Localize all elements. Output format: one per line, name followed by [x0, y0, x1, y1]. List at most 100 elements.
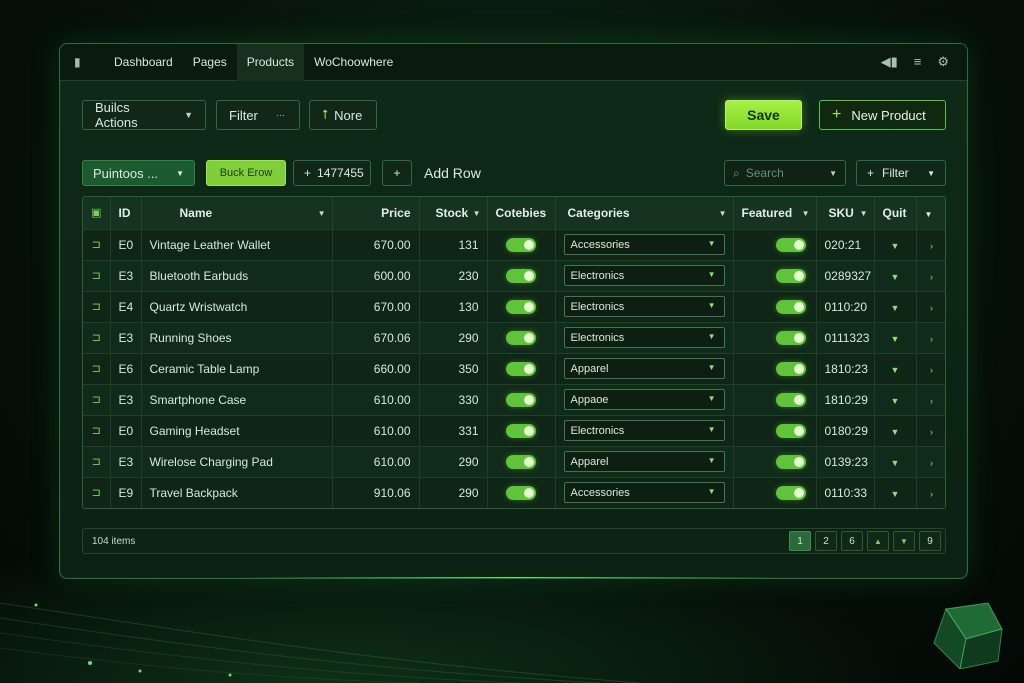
table-row[interactable]: ⊐ E3 Wirelose Charging Pad 610.00 290 Ap… [83, 446, 945, 477]
category-select[interactable]: Apparel ▼ [563, 451, 725, 472]
chevron-down-icon[interactable]: ▼ [891, 272, 900, 282]
category-select[interactable]: Electronics ▼ [563, 327, 725, 348]
featured-toggle-switch[interactable] [775, 268, 806, 283]
chevron-down-icon[interactable]: ▼ [891, 396, 900, 406]
featured-toggle-switch[interactable] [775, 454, 806, 469]
toggle-switch[interactable] [506, 330, 536, 345]
row-checkbox[interactable]: ⊐ [83, 384, 111, 415]
category-select[interactable]: Apparel ▼ [563, 358, 725, 379]
toggle-switch[interactable] [506, 454, 536, 469]
chevron-right-icon[interactable]: › [930, 427, 933, 437]
chevron-right-icon[interactable]: › [930, 365, 933, 375]
chevron-down-icon[interactable]: ▼ [891, 427, 900, 437]
row-checkbox[interactable]: ⊐ [83, 229, 111, 260]
row-checkbox[interactable]: ⊐ [83, 291, 111, 322]
category-select[interactable]: Electronics ▼ [563, 296, 725, 317]
tab-dashboard[interactable]: Dashboard [104, 44, 183, 81]
category-select[interactable]: Appaoe ▼ [563, 389, 725, 410]
settings-gear-icon[interactable]: ⚙ [937, 54, 949, 70]
select-all-checkbox[interactable]: ▣ [83, 197, 111, 229]
featured-toggle-switch[interactable] [775, 486, 806, 501]
category-select[interactable]: Electronics ▼ [563, 420, 725, 441]
add-row-button[interactable]: Add Row [414, 160, 491, 186]
toggle-switch[interactable] [506, 486, 536, 501]
column-header-menu[interactable]: ▼ [916, 197, 945, 229]
featured-toggle-switch[interactable] [775, 392, 806, 407]
row-count-button[interactable]: + 1477455 [293, 160, 371, 186]
column-header-stock[interactable]: Stock ▼ [419, 197, 488, 229]
featured-toggle-switch[interactable] [775, 423, 806, 438]
chevron-right-icon[interactable]: › [930, 396, 933, 406]
bulk-actions-dropdown[interactable]: Builcs Actions ▼ [82, 100, 206, 130]
table-row[interactable]: ⊐ E0 Vintage Leather Wallet 670.00 131 A… [83, 229, 945, 260]
column-header-price[interactable]: Price [332, 197, 420, 229]
chevron-down-icon[interactable]: ▼ [891, 365, 900, 375]
toggle-switch[interactable] [506, 299, 536, 314]
filter-secondary-dropdown[interactable]: + Filter ▼ [856, 160, 946, 186]
chevron-down-icon[interactable]: ▼ [891, 458, 900, 468]
chevron-right-icon[interactable]: › [930, 458, 933, 468]
tab-pages[interactable]: Pages [183, 44, 237, 81]
featured-toggle-switch[interactable] [775, 299, 806, 314]
chevron-right-icon[interactable]: › [930, 303, 933, 313]
page-down-icon[interactable]: ▼ [893, 531, 915, 551]
tab-products[interactable]: Products [236, 44, 305, 81]
add-row-plus-button[interactable]: + [382, 160, 412, 186]
toggle-switch[interactable] [506, 392, 536, 407]
table-row[interactable]: ⊐ E3 Smartphone Case 610.00 330 Appaoe ▼ … [83, 384, 945, 415]
table-row[interactable]: ⊐ E9 Travel Backpack 910.06 290 Accessor… [83, 477, 945, 508]
toggle-switch[interactable] [506, 361, 536, 376]
chevron-right-icon[interactable]: › [930, 272, 933, 282]
chevron-down-icon[interactable]: ▼ [891, 489, 900, 499]
chevron-down-icon[interactable]: ▼ [891, 241, 900, 251]
toggle-switch[interactable] [506, 423, 536, 438]
column-header-name[interactable]: Name ▼ [141, 197, 333, 229]
table-row[interactable]: ⊐ E4 Quartz Wristwatch 670.00 130 Electr… [83, 291, 945, 322]
featured-toggle-switch[interactable] [775, 330, 806, 345]
save-button[interactable]: Save [725, 100, 802, 130]
chevron-down-icon[interactable]: ▼ [891, 334, 900, 344]
tab-wochoowhere[interactable]: WoChoowhere [304, 44, 403, 81]
menu-lines-icon[interactable]: ≡ [914, 54, 922, 70]
toggle-switch[interactable] [506, 268, 536, 283]
filter-dropdown[interactable]: Filter ··· [216, 100, 300, 130]
row-checkbox[interactable]: ⊐ [83, 477, 111, 508]
column-header-quit[interactable]: Quit [874, 197, 917, 229]
page-6-button[interactable]: 6 [841, 531, 863, 551]
chevron-down-icon[interactable]: ▼ [891, 303, 900, 313]
row-checkbox[interactable]: ⊐ [83, 322, 111, 353]
row-checkbox[interactable]: ⊐ [83, 415, 111, 446]
table-row[interactable]: ⊐ E0 Gaming Headset 610.00 331 Electroni… [83, 415, 945, 446]
chevron-right-icon[interactable]: › [930, 489, 933, 499]
category-select[interactable]: Electronics ▼ [563, 265, 725, 286]
page-up-icon[interactable]: ▲ [867, 531, 889, 551]
table-row[interactable]: ⊐ E6 Ceramic Table Lamp 660.00 350 Appar… [83, 353, 945, 384]
new-product-button[interactable]: + New Product [819, 100, 946, 130]
chevron-right-icon[interactable]: › [930, 241, 933, 251]
column-header-id[interactable]: ID [110, 197, 142, 229]
app-menu-icon[interactable]: ▮ [74, 55, 88, 69]
row-checkbox[interactable]: ⊐ [83, 446, 111, 477]
category-select[interactable]: Accessories ▼ [563, 234, 725, 255]
profiles-dropdown[interactable]: Puintoos ... ▼ [82, 160, 195, 186]
page-1-button[interactable]: 1 [789, 531, 811, 551]
volume-icon[interactable]: ◀▮ [881, 54, 898, 70]
search-input[interactable] [745, 166, 826, 180]
page-9-button[interactable]: 9 [919, 531, 941, 551]
bulk-row-button[interactable]: Buck Erow [206, 160, 286, 186]
featured-toggle-switch[interactable] [775, 237, 806, 252]
column-header-categories[interactable]: Categories ▼ [555, 197, 734, 229]
row-checkbox[interactable]: ⊐ [83, 260, 111, 291]
row-checkbox[interactable]: ⊐ [83, 353, 111, 384]
column-header-sku[interactable]: SKU ▼ [816, 197, 875, 229]
column-header-featured[interactable]: Featured ▼ [733, 197, 817, 229]
page-2-button[interactable]: 2 [815, 531, 837, 551]
featured-toggle-switch[interactable] [775, 361, 806, 376]
chevron-right-icon[interactable]: › [930, 334, 933, 344]
table-row[interactable]: ⊐ E3 Bluetooth Earbuds 600.00 230 Electr… [83, 260, 945, 291]
column-header-cotebies[interactable]: Cotebies [487, 197, 556, 229]
table-row[interactable]: ⊐ E3 Running Shoes 670.06 290 Electronic… [83, 322, 945, 353]
toggle-switch[interactable] [506, 237, 536, 252]
category-select[interactable]: Accessories ▼ [563, 482, 725, 504]
more-button[interactable]: ⭡ Nore [309, 100, 377, 130]
